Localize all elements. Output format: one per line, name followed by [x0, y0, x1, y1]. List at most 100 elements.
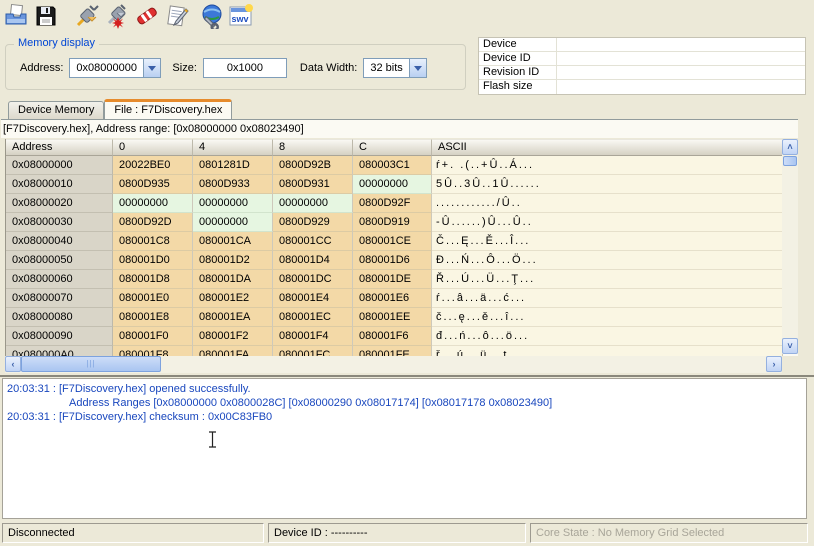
vertical-scrollbar[interactable]: ˄ ˅	[782, 139, 798, 354]
grid-ascii-cell[interactable]: đ...ń...ô...ö...	[432, 327, 783, 346]
grid-row-address[interactable]: 0x08000010	[6, 175, 113, 194]
grid-hex-cell[interactable]: 0800D935	[113, 175, 193, 194]
grid-hex-cell[interactable]: 0800D931	[273, 175, 353, 194]
grid-hex-cell[interactable]: 080001EC	[273, 308, 353, 327]
grid-row-address[interactable]: 0x08000070	[6, 289, 113, 308]
grid-column-header[interactable]: C	[353, 139, 432, 156]
grid-hex-cell[interactable]: 080001DE	[353, 270, 432, 289]
grid-hex-cell[interactable]: 0800D92D	[113, 213, 193, 232]
grid-hex-cell[interactable]: 080001D4	[273, 251, 353, 270]
grid-column-header[interactable]: Address	[6, 139, 113, 156]
grid-hex-cell[interactable]: 0800D92B	[273, 156, 353, 175]
grid-hex-cell[interactable]: 080001CA	[193, 232, 273, 251]
grid-hex-cell[interactable]: 080001CE	[353, 232, 432, 251]
grid-hex-cell[interactable]: 080001EE	[353, 308, 432, 327]
grid-hex-cell[interactable]: 080001D0	[113, 251, 193, 270]
grid-hex-cell[interactable]: 080001DA	[193, 270, 273, 289]
grid-row-address[interactable]: 0x08000020	[6, 194, 113, 213]
grid-row-address[interactable]: 0x080000A0	[6, 346, 113, 356]
grid-hex-cell[interactable]: 0800D92F	[353, 194, 432, 213]
grid-hex-cell[interactable]: 080001E8	[113, 308, 193, 327]
grid-hex-cell[interactable]: 00000000	[353, 175, 432, 194]
grid-hex-cell[interactable]: 00000000	[273, 194, 353, 213]
grid-hex-cell[interactable]: 080001FA	[193, 346, 273, 356]
program-verify-button[interactable]	[163, 3, 191, 33]
grid-hex-cell[interactable]: 080001D6	[353, 251, 432, 270]
grid-hex-cell[interactable]: 080001F6	[353, 327, 432, 346]
grid-hex-cell[interactable]: 080001C8	[113, 232, 193, 251]
scroll-right-button[interactable]: ›	[766, 356, 782, 372]
grid-row-address[interactable]: 0x08000000	[6, 156, 113, 175]
tab-file-f7discovery[interactable]: File : F7Discovery.hex	[104, 99, 232, 119]
grid-ascii-cell[interactable]: 5Û..3Û..1Û......	[432, 175, 783, 194]
data-width-combo[interactable]: 32 bits	[363, 58, 427, 78]
horizontal-scrollbar[interactable]: ‹ ||| ›	[5, 356, 782, 373]
grid-hex-cell[interactable]: 080001E6	[353, 289, 432, 308]
grid-ascii-cell[interactable]: -Û......)Û...Û..	[432, 213, 783, 232]
scroll-down-button[interactable]: ˅	[782, 338, 798, 354]
grid-ascii-cell[interactable]: ŕ...â...ä...ć...	[432, 289, 783, 308]
scroll-up-button[interactable]: ˄	[782, 139, 798, 155]
connect-button[interactable]	[73, 3, 101, 33]
target-settings-button[interactable]	[197, 3, 225, 33]
grid-hex-cell[interactable]: 0800D933	[193, 175, 273, 194]
grid-ascii-cell[interactable]: Đ...Ń...Ô...Ö...	[432, 251, 783, 270]
grid-hex-cell[interactable]: 080001EA	[193, 308, 273, 327]
open-file-icon	[3, 3, 29, 32]
grid-column-header[interactable]: 4	[193, 139, 273, 156]
erase-chip-button[interactable]	[133, 3, 161, 33]
grid-hex-cell[interactable]: 080001FE	[353, 346, 432, 356]
hscroll-thumb[interactable]: |||	[21, 356, 161, 372]
tab-device-memory[interactable]: Device Memory	[8, 101, 104, 119]
save-file-button[interactable]	[32, 3, 60, 33]
grid-ascii-cell[interactable]: č...ę...ě...î...	[432, 308, 783, 327]
grid-hex-cell[interactable]: 00000000	[113, 194, 193, 213]
grid-hex-cell[interactable]: 0800D929	[273, 213, 353, 232]
disconnect-button[interactable]	[103, 3, 131, 33]
grid-body: 0x0800000020022BE00801281D0800D92B080003…	[6, 156, 798, 356]
grid-hex-cell[interactable]: 00000000	[193, 194, 273, 213]
grid-hex-cell[interactable]: 080001F2	[193, 327, 273, 346]
data-width-combo-dropdown[interactable]	[409, 59, 426, 77]
grid-column-header[interactable]: 8	[273, 139, 353, 156]
grid-row-address[interactable]: 0x08000050	[6, 251, 113, 270]
grid-hex-cell[interactable]: 080001F4	[273, 327, 353, 346]
grid-ascii-cell[interactable]: Ř...Ú...Ü...Ţ...	[432, 270, 783, 289]
grid-hex-cell[interactable]: 080001CC	[273, 232, 353, 251]
grid-ascii-cell[interactable]: ŕ+. .(..+Û..Á...	[432, 156, 783, 175]
swv-icon: swv	[228, 4, 254, 31]
grid-column-header[interactable]: ASCII	[432, 139, 783, 156]
grid-hex-cell[interactable]: 080001E2	[193, 289, 273, 308]
grid-ascii-cell[interactable]: Č...Ę...Ě...Î...	[432, 232, 783, 251]
size-input[interactable]: 0x1000	[203, 58, 287, 78]
grid-hex-cell[interactable]: 080001D8	[113, 270, 193, 289]
grid-hex-cell[interactable]: 080001DC	[273, 270, 353, 289]
address-combo-dropdown[interactable]	[143, 59, 160, 77]
grid-hex-cell[interactable]: 080001E4	[273, 289, 353, 308]
grid-hex-cell[interactable]: 080001F0	[113, 327, 193, 346]
grid-hex-cell[interactable]: 080003C1	[353, 156, 432, 175]
grid-hex-cell[interactable]: 0800D919	[353, 213, 432, 232]
grid-row-address[interactable]: 0x08000080	[6, 308, 113, 327]
grid-row-address[interactable]: 0x08000040	[6, 232, 113, 251]
grid-ascii-cell[interactable]: ............/Û..	[432, 194, 783, 213]
grid-hex-cell[interactable]: 080001D2	[193, 251, 273, 270]
grid-row-address[interactable]: 0x08000090	[6, 327, 113, 346]
swv-button[interactable]: swv	[227, 3, 255, 33]
splitter[interactable]	[0, 375, 814, 377]
grid-hex-cell[interactable]: 20022BE0	[113, 156, 193, 175]
address-combo[interactable]: 0x08000000	[69, 58, 161, 78]
grid-hex-cell[interactable]: 080001F8	[113, 346, 193, 356]
scroll-left-button[interactable]: ‹	[5, 356, 21, 372]
open-file-button[interactable]	[2, 3, 30, 33]
grid-hex-cell[interactable]: 0801281D	[193, 156, 273, 175]
grid-row-address[interactable]: 0x08000030	[6, 213, 113, 232]
log-output[interactable]: 20:03:31 : [F7Discovery.hex] opened succ…	[2, 378, 807, 519]
grid-hex-cell[interactable]: 00000000	[193, 213, 273, 232]
grid-hex-cell[interactable]: 080001E0	[113, 289, 193, 308]
grid-hex-cell[interactable]: 080001FC	[273, 346, 353, 356]
grid-row-address[interactable]: 0x08000060	[6, 270, 113, 289]
vscroll-thumb[interactable]	[783, 156, 797, 166]
grid-column-header[interactable]: 0	[113, 139, 193, 156]
grid-ascii-cell[interactable]: ř...ú...ü...ţ...	[432, 346, 783, 356]
